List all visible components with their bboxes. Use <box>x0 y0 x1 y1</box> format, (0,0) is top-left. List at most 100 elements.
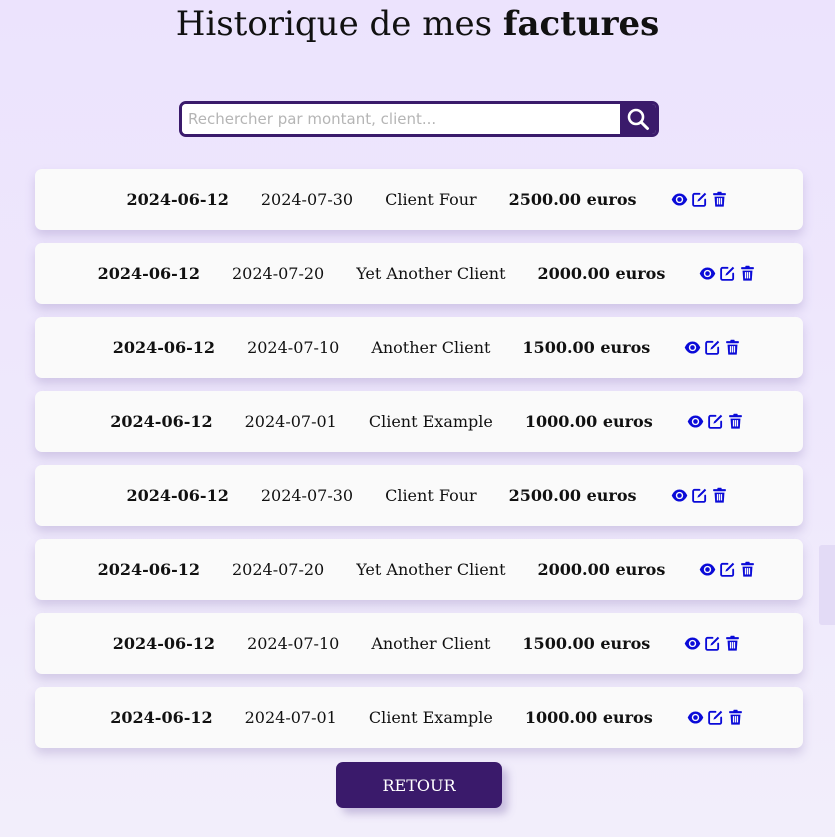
eye-button[interactable] <box>671 191 688 208</box>
invoice-due-date: 2024-07-20 <box>231 560 325 579</box>
trash-button[interactable] <box>739 265 756 282</box>
trash-icon <box>727 413 744 430</box>
side-scroll-tab[interactable] <box>819 545 835 625</box>
edit-button[interactable] <box>719 265 736 282</box>
invoice-due-date: 2024-07-20 <box>231 264 325 283</box>
invoice-issue-date: 2024-06-12 <box>112 634 216 653</box>
invoice-due-date: 2024-07-01 <box>244 708 337 727</box>
invoice-actions <box>684 339 741 356</box>
search-input[interactable] <box>182 104 620 134</box>
invoice-issue-date: 2024-06-12 <box>112 338 216 357</box>
invoice-issue-date: 2024-06-12 <box>97 560 200 579</box>
trash-icon <box>724 635 741 652</box>
eye-icon <box>687 413 704 430</box>
edit-button[interactable] <box>707 413 724 430</box>
trash-button[interactable] <box>739 561 756 578</box>
edit-button[interactable] <box>719 561 736 578</box>
title-text: Historique de mes <box>175 4 493 44</box>
invoice-row: 2024-06-12 2024-07-20 Yet Another Client 20… <box>35 243 803 304</box>
eye-button[interactable] <box>699 561 716 578</box>
eye-button[interactable] <box>699 265 716 282</box>
eye-icon <box>687 709 704 726</box>
invoice-due-date: 2024-07-30 <box>260 190 354 209</box>
invoice-due-date: 2024-07-10 <box>247 634 340 653</box>
invoice-issue-date: 2024-06-12 <box>110 412 213 431</box>
trash-icon <box>727 709 744 726</box>
invoice-amount: 1500.00 euros <box>522 634 651 653</box>
invoice-due-date: 2024-07-10 <box>247 338 340 357</box>
eye-button[interactable] <box>671 487 688 504</box>
invoice-client: Another Client <box>371 634 491 653</box>
invoice-actions <box>671 191 728 208</box>
edit-icon <box>704 339 721 356</box>
invoice-amount: 2500.00 euros <box>508 190 637 209</box>
invoice-issue-date: 2024-06-12 <box>126 190 229 209</box>
invoice-actions <box>671 487 728 504</box>
invoice-row: 2024-06-12 2024-07-10 Another Client 1500.0… <box>35 317 803 378</box>
eye-button[interactable] <box>687 413 704 430</box>
trash-button[interactable] <box>727 709 744 726</box>
invoice-amount: 2000.00 euros <box>537 560 666 579</box>
invoice-list: 2024-06-12 2024-07-30 Client Four 2500.00 e… <box>35 169 803 761</box>
back-button[interactable]: RETOUR <box>336 762 502 808</box>
invoice-actions <box>699 561 756 578</box>
trash-icon <box>711 487 728 504</box>
eye-button[interactable] <box>687 709 704 726</box>
invoice-client: Yet Another Client <box>356 264 506 283</box>
trash-icon <box>739 265 756 282</box>
eye-icon <box>684 339 701 356</box>
eye-icon <box>699 561 716 578</box>
invoice-row: 2024-06-12 2024-07-20 Yet Another Client 20… <box>35 539 803 600</box>
invoice-amount: 1000.00 euros <box>524 412 653 431</box>
invoice-client: Another Client <box>371 338 491 357</box>
trash-button[interactable] <box>724 635 741 652</box>
invoice-due-date: 2024-07-30 <box>260 486 354 505</box>
invoice-issue-date: 2024-06-12 <box>97 264 200 283</box>
edit-icon <box>704 635 721 652</box>
edit-icon <box>691 487 708 504</box>
eye-icon <box>684 635 701 652</box>
invoice-row: 2024-06-12 2024-07-30 Client Four 2500.00 e… <box>35 169 803 230</box>
trash-button[interactable] <box>727 413 744 430</box>
search-bar <box>179 101 659 137</box>
eye-icon <box>699 265 716 282</box>
edit-icon <box>707 413 724 430</box>
trash-button[interactable] <box>724 339 741 356</box>
invoice-amount: 2000.00 euros <box>537 264 666 283</box>
title-bold-text: factures <box>502 4 660 44</box>
invoice-row: 2024-06-12 2024-07-10 Another Client 1500.0… <box>35 613 803 674</box>
invoice-amount: 2500.00 euros <box>508 486 637 505</box>
edit-button[interactable] <box>691 487 708 504</box>
edit-icon <box>691 191 708 208</box>
invoice-client: Client Example <box>368 412 493 431</box>
trash-button[interactable] <box>711 191 728 208</box>
search-icon <box>627 108 649 130</box>
edit-button[interactable] <box>704 339 721 356</box>
search-button[interactable] <box>620 104 656 134</box>
invoice-client: Client Example <box>368 708 493 727</box>
invoice-row: 2024-06-12 2024-07-30 Client Four 2500.00 e… <box>35 465 803 526</box>
invoice-issue-date: 2024-06-12 <box>110 708 213 727</box>
edit-button[interactable] <box>707 709 724 726</box>
invoice-actions <box>687 709 744 726</box>
invoice-row: 2024-06-12 2024-07-01 Client Example 1000.0… <box>35 687 803 748</box>
edit-icon <box>719 561 736 578</box>
invoice-issue-date: 2024-06-12 <box>126 486 229 505</box>
edit-button[interactable] <box>704 635 721 652</box>
edit-icon <box>707 709 724 726</box>
invoice-client: Client Four <box>385 486 477 505</box>
invoice-client: Yet Another Client <box>356 560 506 579</box>
edit-button[interactable] <box>691 191 708 208</box>
invoice-actions <box>699 265 756 282</box>
trash-button[interactable] <box>711 487 728 504</box>
invoice-amount: 1000.00 euros <box>524 708 653 727</box>
eye-button[interactable] <box>684 339 701 356</box>
trash-icon <box>739 561 756 578</box>
eye-button[interactable] <box>684 635 701 652</box>
page-title: Historique de mes factures <box>0 4 835 44</box>
invoice-actions <box>684 635 741 652</box>
invoice-actions <box>687 413 744 430</box>
invoice-row: 2024-06-12 2024-07-01 Client Example 1000.0… <box>35 391 803 452</box>
eye-icon <box>671 191 688 208</box>
invoice-due-date: 2024-07-01 <box>244 412 337 431</box>
